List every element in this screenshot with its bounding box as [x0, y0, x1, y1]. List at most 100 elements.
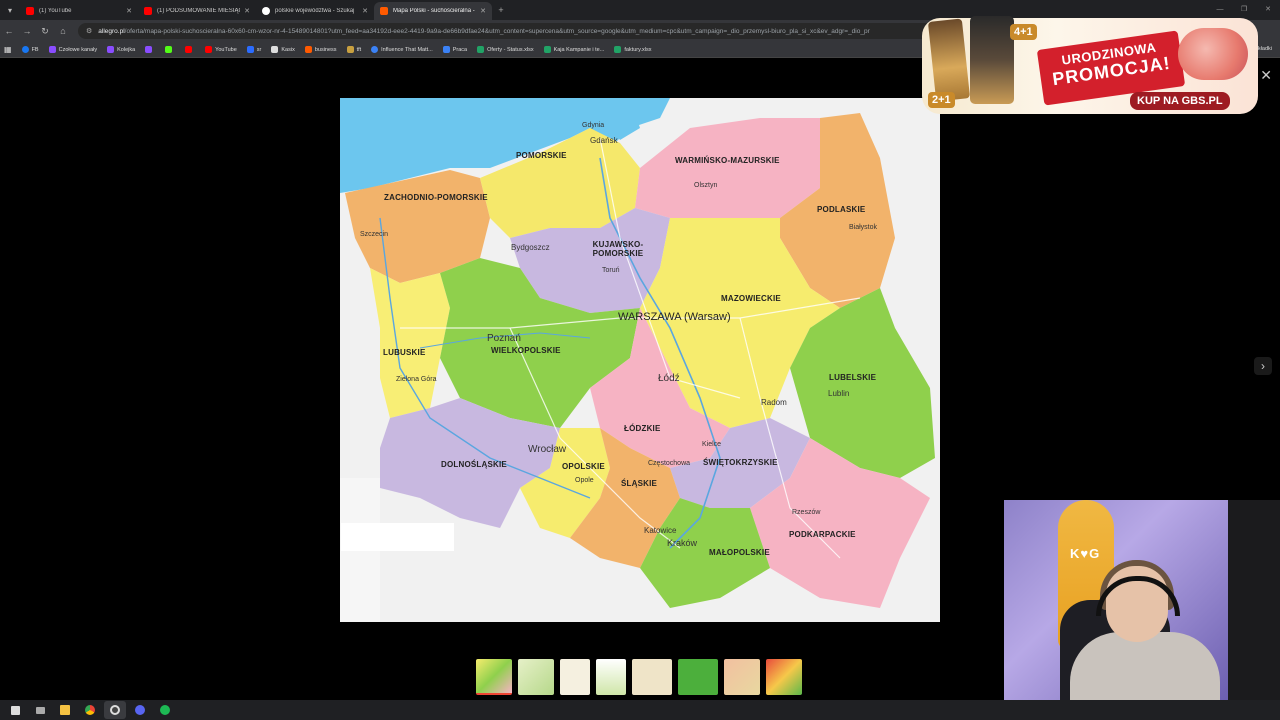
- folder-icon: [271, 46, 279, 53]
- bookmark-czolowe-kanaly[interactable]: Czołowe kanały: [48, 46, 97, 53]
- promo-cta-button[interactable]: KUP NA GBS.PL: [1130, 92, 1230, 110]
- windows-start-icon[interactable]: [4, 701, 26, 719]
- tab-allegro-map[interactable]: Mapa Polski - suchościeralna - ✕: [374, 2, 492, 20]
- os-taskbar: [0, 700, 1280, 720]
- close-icon[interactable]: ✕: [1260, 67, 1272, 84]
- chrome-icon[interactable]: [79, 701, 101, 719]
- tft-icon: [346, 46, 354, 53]
- bookmark-tft[interactable]: tft: [346, 46, 361, 53]
- thumbnail-3[interactable]: [560, 659, 590, 695]
- city-label: Zielona Góra: [396, 376, 437, 383]
- tab-close-icon[interactable]: ✕: [126, 7, 132, 15]
- region-label: KUJAWSKO-POMORSKIE: [592, 240, 644, 258]
- city-label: Radom: [761, 398, 787, 407]
- city-label: Białystok: [849, 224, 878, 231]
- thumbnail-7[interactable]: [724, 659, 760, 695]
- region-label: LUBELSKIE: [829, 373, 877, 382]
- bookmark-sr[interactable]: sr: [246, 46, 262, 53]
- reload-icon[interactable]: ↻: [36, 26, 54, 37]
- bookmark-yt[interactable]: [185, 46, 195, 53]
- map-white-patch: [341, 523, 454, 551]
- city-label: Olsztyn: [694, 182, 718, 189]
- tab-google-search[interactable]: polskie województwa - Szukaj ✕: [256, 2, 374, 20]
- url-path: /oferta/mapa-polski-suchoscieralna-60x60…: [124, 27, 870, 35]
- spotify-icon[interactable]: [154, 701, 176, 719]
- site-info-icon[interactable]: ⚙: [86, 27, 92, 35]
- tab-close-icon[interactable]: ✕: [244, 7, 250, 15]
- bookmark-kick[interactable]: [165, 46, 175, 53]
- promo-banner[interactable]: 4+1 2+1 URODZINOWA PROMOCJA! KUP NA GBS.…: [922, 14, 1258, 118]
- product-image: [970, 16, 1014, 104]
- city-label: Lublin: [828, 389, 850, 398]
- bookmark-kasix[interactable]: Kasix: [271, 46, 295, 53]
- bookmark-label: sr: [256, 46, 262, 53]
- kick-icon: [165, 46, 173, 53]
- chrome-logo-icon: [85, 705, 95, 715]
- obs-icon[interactable]: [104, 701, 126, 719]
- region-label: ŚWIĘTOKRZYSKIE: [703, 458, 778, 467]
- back-icon[interactable]: ←: [0, 26, 18, 36]
- tab-close-icon[interactable]: ✕: [480, 7, 486, 15]
- youtube-icon: [26, 7, 34, 15]
- discord-icon[interactable]: [129, 701, 151, 719]
- city-label: Toruń: [602, 267, 620, 274]
- tab-title: polskie województwa - Szukaj: [275, 8, 355, 14]
- close-window-icon[interactable]: ✕: [1256, 0, 1280, 20]
- thumbnail-6[interactable]: [678, 659, 718, 695]
- twitch-icon: [48, 46, 56, 53]
- city-label: Opole: [575, 477, 594, 484]
- city-label: Kraków: [667, 538, 698, 548]
- bookmark-label: Kasix: [281, 46, 295, 53]
- thumbnail-2[interactable]: [518, 659, 554, 695]
- bookmark-business[interactable]: business: [304, 46, 337, 53]
- forward-icon[interactable]: →: [18, 26, 36, 36]
- new-tab-button[interactable]: +: [492, 5, 510, 15]
- apps-icon[interactable]: ▦: [4, 45, 12, 54]
- bookmark-kolejka[interactable]: Kolejka: [107, 46, 135, 53]
- city-label: Gdynia: [582, 122, 605, 129]
- city-label: Gdańsk: [590, 136, 618, 145]
- tab-search-icon[interactable]: ▾: [0, 0, 20, 20]
- thumbnail-4[interactable]: [596, 659, 626, 695]
- city-label: Kielce: [702, 441, 722, 448]
- next-image-icon[interactable]: ›: [1254, 357, 1272, 375]
- youtube-icon: [144, 7, 152, 15]
- bookmark-fb[interactable]: FB: [21, 46, 39, 53]
- thumbnail-5[interactable]: [632, 659, 672, 695]
- windows-logo-icon: [10, 705, 20, 715]
- thumbnail-1[interactable]: [476, 659, 512, 695]
- obs-logo-icon: [110, 705, 120, 715]
- background-shelf: [1228, 500, 1280, 700]
- bookmark-faktury[interactable]: faktury.xlsx: [614, 46, 651, 53]
- allegro-icon: [304, 46, 312, 53]
- bookmark-influence[interactable]: Influence That Matt...: [371, 46, 433, 53]
- anchor-icon: [246, 46, 254, 53]
- bookmark-oferty[interactable]: Oferty - Status.xlsx: [477, 46, 534, 53]
- city-label: Rzeszów: [792, 509, 821, 516]
- city-label: Szczecin: [360, 231, 389, 238]
- facebook-icon: [21, 46, 29, 53]
- home-icon[interactable]: ⌂: [54, 26, 72, 36]
- region-label: ŁÓDZKIE: [624, 424, 661, 433]
- folder-icon: [60, 705, 70, 715]
- globe-icon: [371, 46, 379, 53]
- allegro-icon: [380, 7, 388, 15]
- tab-youtube[interactable]: (1) YouTube ✕: [20, 2, 138, 20]
- bookmark-twitch[interactable]: [145, 46, 155, 53]
- bookmark-youtube[interactable]: YouTube: [205, 46, 237, 53]
- task-view-glyph: [35, 706, 45, 714]
- bookmark-label: Praca: [452, 46, 468, 53]
- spotify-logo-icon: [160, 705, 170, 715]
- tab-podsumowanie[interactable]: (1) PODSUMOWANIE MIESIĄC ✕: [138, 2, 256, 20]
- address-bar[interactable]: ⚙ allegro.pl /oferta/mapa-polski-suchosc…: [78, 23, 938, 39]
- file-explorer-icon[interactable]: [54, 701, 76, 719]
- region-label: OPOLSKIE: [562, 462, 605, 471]
- tab-close-icon[interactable]: ✕: [362, 7, 368, 15]
- briefcase-icon: [442, 46, 450, 53]
- thumbnail-8[interactable]: [766, 659, 802, 695]
- promo-badge: 2+1: [928, 92, 955, 108]
- bookmark-kaja[interactable]: Kaja Kampanie i te...: [543, 46, 604, 53]
- task-view-icon[interactable]: [29, 701, 51, 719]
- thumbnail-strip: [476, 659, 802, 695]
- bookmark-praca[interactable]: Praca: [442, 46, 468, 53]
